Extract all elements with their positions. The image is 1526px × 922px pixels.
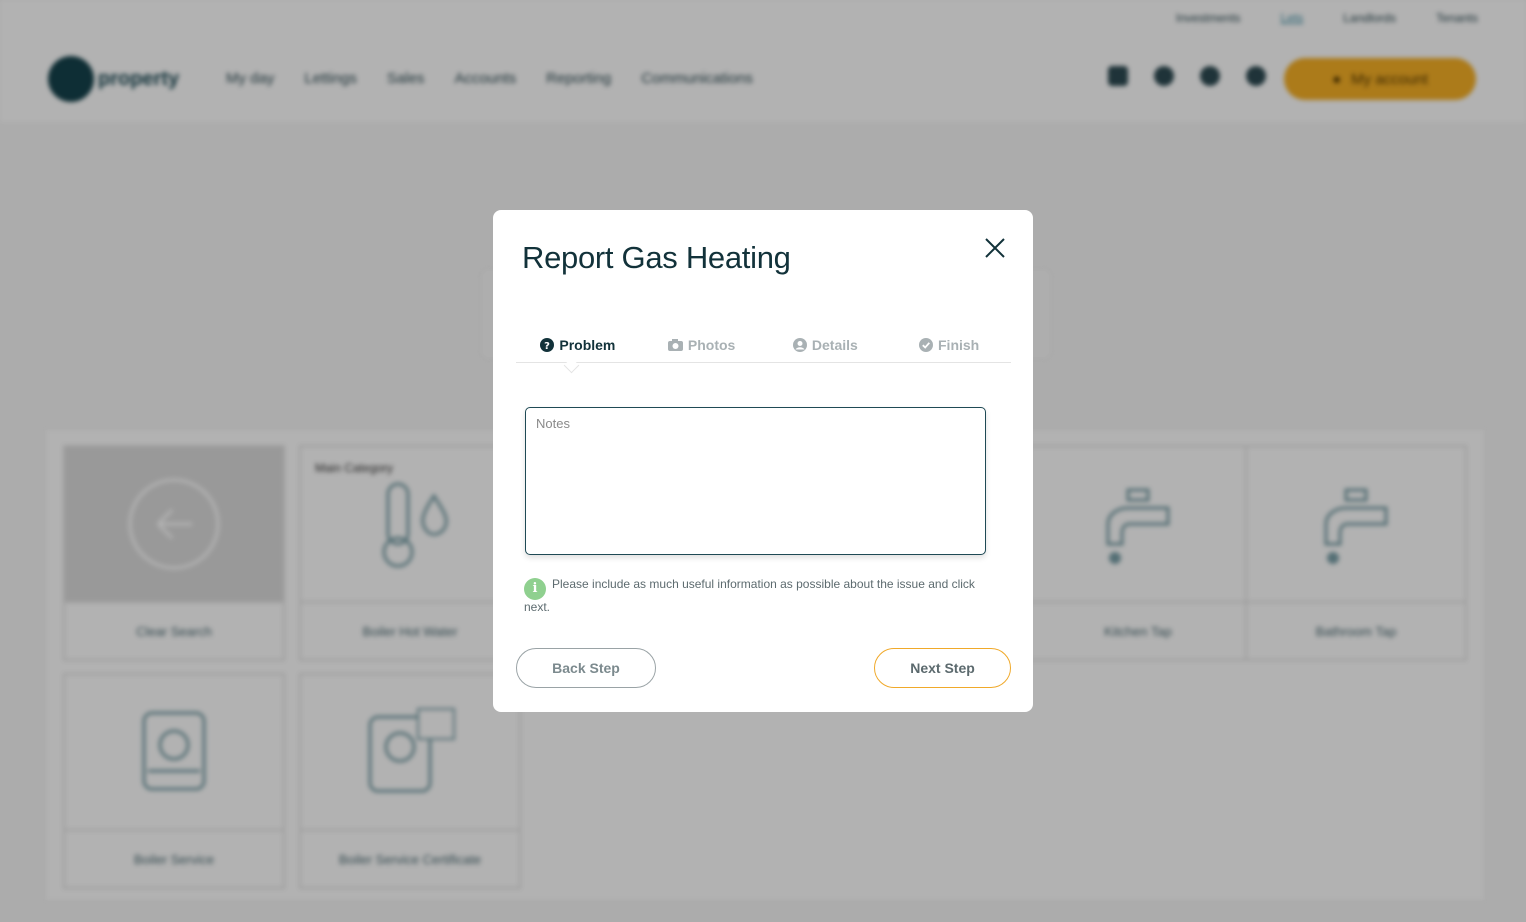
tab-details[interactable]: Details — [764, 328, 888, 362]
tab-photos[interactable]: Photos — [640, 328, 764, 362]
tab-problem[interactable]: ? Problem — [516, 328, 640, 362]
tab-label: Finish — [938, 337, 980, 353]
hint-text: Please include as much useful informatio… — [524, 577, 975, 614]
close-button[interactable] — [981, 234, 1009, 262]
tab-label: Photos — [687, 337, 736, 353]
next-step-button[interactable]: Next Step — [874, 648, 1011, 688]
camera-icon — [667, 339, 683, 351]
svg-text:?: ? — [544, 341, 550, 352]
close-icon — [985, 238, 1005, 258]
report-modal: Report Gas Heating ? Problem Photos Deta… — [493, 210, 1033, 712]
tab-label: Problem — [559, 337, 616, 353]
tab-label: Details — [811, 337, 858, 353]
tab-finish[interactable]: Finish — [887, 328, 1011, 362]
user-circle-icon — [792, 338, 807, 352]
question-circle-icon: ? — [540, 338, 555, 352]
info-icon: i — [524, 578, 546, 600]
step-tabs: ? Problem Photos Details Finish — [516, 328, 1011, 363]
modal-title: Report Gas Heating — [522, 240, 791, 275]
back-step-button[interactable]: Back Step — [516, 648, 656, 688]
check-circle-icon — [919, 338, 933, 352]
notes-textarea[interactable] — [525, 407, 986, 555]
help-hint: i Please include as much useful informati… — [524, 577, 994, 614]
